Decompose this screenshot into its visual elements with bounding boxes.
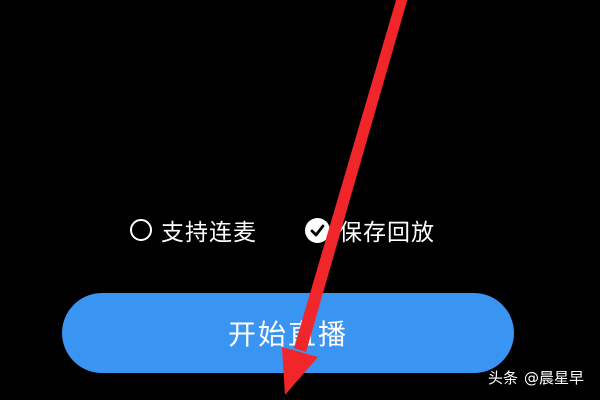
checkmark-icon xyxy=(310,224,325,236)
watermark-handle: @晨星早 xyxy=(523,368,584,387)
stream-options: 支持连麦 保存回放 xyxy=(0,208,600,252)
link-mic-option[interactable]: 支持连麦 xyxy=(130,208,257,252)
save-replay-option[interactable]: 保存回放 xyxy=(305,208,435,252)
live-setup-screen: 支持连麦 保存回放 开始直播 头条 @晨星早 xyxy=(0,0,600,400)
watermark-brand: 头条 xyxy=(487,368,518,387)
checked-circle-icon[interactable] xyxy=(305,217,330,243)
start-live-button[interactable]: 开始直播 xyxy=(62,293,514,373)
link-mic-label: 支持连麦 xyxy=(161,220,257,246)
unchecked-radio-icon[interactable] xyxy=(130,219,152,241)
save-replay-label: 保存回放 xyxy=(339,220,435,246)
watermark: 头条 @晨星早 xyxy=(488,366,584,388)
